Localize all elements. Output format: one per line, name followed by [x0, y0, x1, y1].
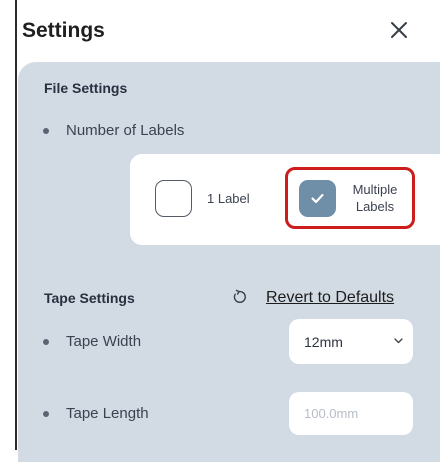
close-icon[interactable] [384, 15, 414, 45]
left-divider [15, 0, 17, 450]
multiple-labels-checkbox[interactable] [299, 180, 336, 217]
one-label-option-label[interactable]: 1 Label [207, 191, 250, 206]
tape-length-label: Tape Length [66, 405, 149, 422]
number-of-labels-label: Number of Labels [66, 122, 185, 139]
reset-icon[interactable] [231, 289, 247, 305]
multiple-labels-option-label[interactable]: Multiple Labels [344, 181, 406, 215]
multiple-labels-line-2: Labels [355, 199, 395, 214]
file-settings-title: File Settings [44, 80, 128, 96]
chevron-down-icon [394, 338, 403, 344]
bullet-icon [43, 339, 49, 345]
tape-width-label: Tape Width [66, 333, 142, 350]
tape-width-select[interactable]: 12mm [289, 319, 413, 364]
bullet-icon [43, 411, 49, 417]
tape-length-input[interactable] [289, 392, 413, 435]
revert-to-defaults-link[interactable]: Revert to Defaults [266, 289, 394, 307]
tape-settings-title: Tape Settings [44, 290, 135, 306]
page-title: Settings [22, 19, 105, 42]
bullet-icon [43, 128, 49, 134]
tape-width-value: 12mm [304, 334, 343, 350]
multiple-labels-line-1: Multiple [352, 182, 398, 197]
one-label-checkbox[interactable] [155, 180, 192, 217]
checkmark-icon [311, 193, 324, 204]
